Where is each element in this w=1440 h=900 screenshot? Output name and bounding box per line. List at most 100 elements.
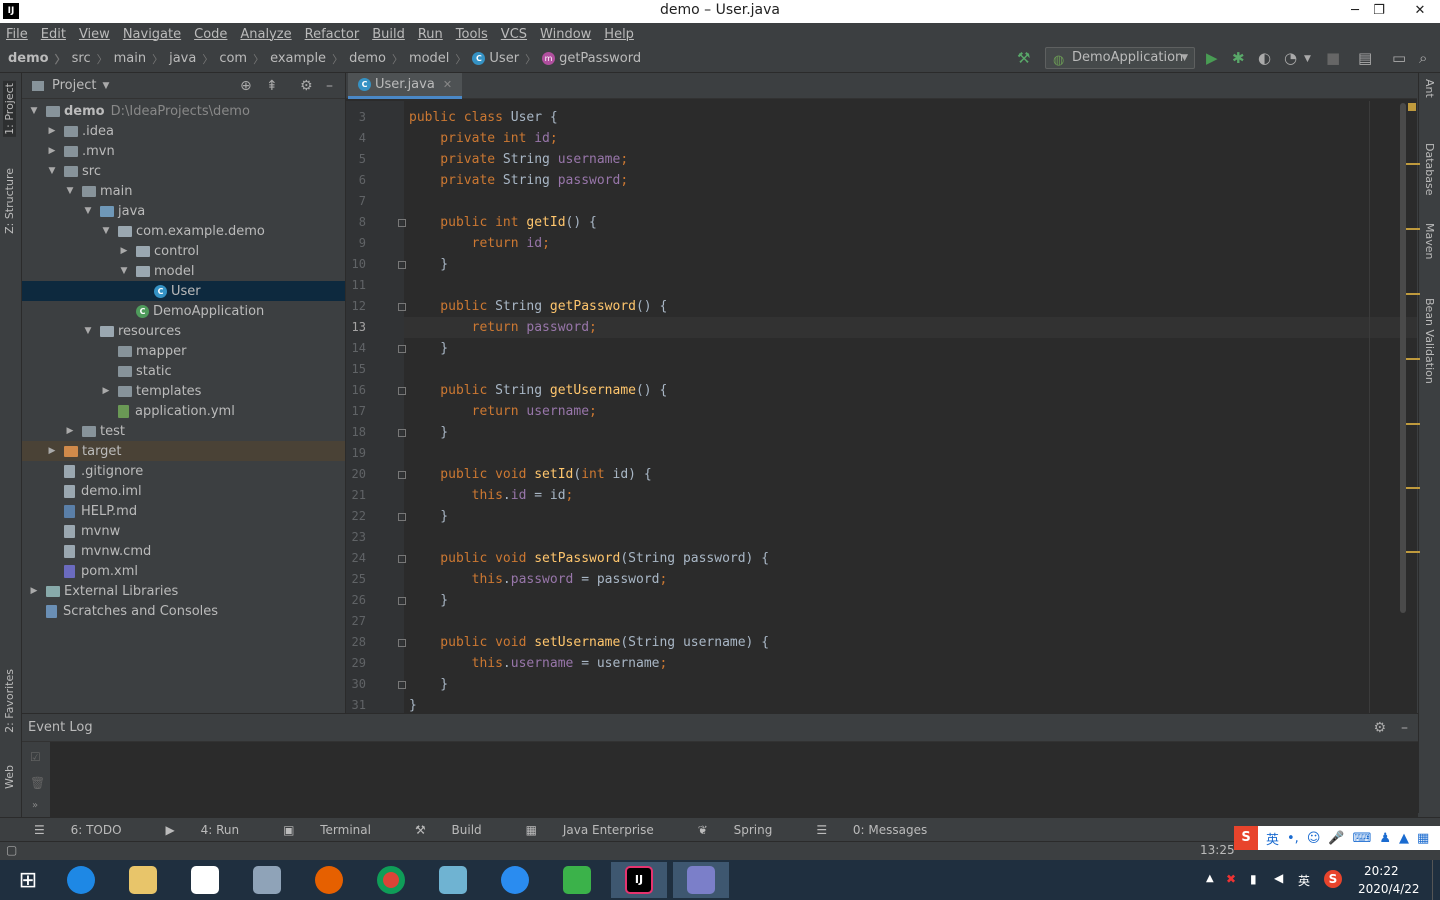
tree-node-mvnw[interactable]: mvnw — [22, 521, 345, 541]
terminal-tab[interactable]: ▣ Terminal — [283, 823, 393, 837]
tree-node-com-example-demo[interactable]: ▼ com.example.demo — [22, 221, 345, 241]
chevron-down-icon[interactable]: ▼ — [102, 81, 109, 91]
project-structure-icon[interactable]: ▤ — [1358, 49, 1372, 67]
tray-ime-language[interactable]: 英 — [1298, 872, 1310, 889]
code-line[interactable]: } — [409, 590, 448, 611]
line-number[interactable]: 17 — [346, 404, 366, 418]
structure-tool-button[interactable]: Z: Structure — [3, 168, 16, 234]
clock-time[interactable]: 20:22 — [1364, 864, 1399, 878]
taskbar-app-mysql[interactable] — [673, 862, 729, 898]
sogou-tray-icon[interactable]: S — [1324, 870, 1342, 888]
fold-marker-icon[interactable] — [398, 261, 406, 269]
code-line[interactable]: private int id; — [409, 128, 557, 149]
expand-down-icon[interactable]: ▼ — [46, 166, 58, 176]
debug-icon[interactable]: ✱ — [1232, 49, 1245, 67]
line-number[interactable]: 4 — [346, 131, 366, 145]
line-number[interactable]: 26 — [346, 593, 366, 607]
breadcrumb-main[interactable]: main 〉 — [114, 51, 169, 67]
run-configuration-select[interactable]: ◍ DemoApplication ▼ — [1045, 47, 1195, 69]
hide-panel-icon[interactable]: – — [1401, 720, 1408, 736]
code-area[interactable]: public class User { private int id; priv… — [409, 101, 1409, 713]
fold-marker-icon[interactable] — [398, 219, 406, 227]
menu-build[interactable]: Build — [372, 27, 405, 42]
tree-node-mapper[interactable]: mapper — [22, 341, 345, 361]
start-button[interactable]: ⊞ — [0, 862, 56, 898]
tree-node-target[interactable]: ▶ target — [22, 441, 345, 461]
expand-down-icon[interactable]: ▼ — [28, 106, 40, 116]
fold-marker-icon[interactable] — [398, 639, 406, 647]
line-number[interactable]: 31 — [346, 698, 366, 712]
line-number[interactable]: 3 — [346, 110, 366, 124]
line-number[interactable]: 16 — [346, 383, 366, 397]
line-number[interactable]: 22 — [346, 509, 366, 523]
ime-language[interactable]: 英 — [1266, 829, 1279, 848]
tray-overflow-icon[interactable]: ▲ — [1206, 873, 1214, 884]
taskbar-app-firefox[interactable] — [301, 862, 357, 898]
code-line[interactable]: } — [409, 338, 448, 359]
tree-node-java[interactable]: ▼ java — [22, 201, 345, 221]
fold-marker-icon[interactable] — [398, 555, 406, 563]
clock-date[interactable]: 2020/4/22 — [1358, 882, 1420, 896]
collapsed-arrow-icon[interactable]: ▶ — [100, 386, 112, 396]
mark-read-icon[interactable]: ☑ — [30, 750, 41, 764]
fold-marker-icon[interactable] — [398, 513, 406, 521]
toolbox-icon[interactable]: ▦ — [1417, 831, 1429, 846]
expand-down-icon[interactable]: ▼ — [100, 226, 112, 236]
breadcrumb-demo[interactable]: demo 〉 — [8, 51, 72, 67]
close-tab-icon[interactable]: ✕ — [443, 78, 452, 91]
tree-node-main[interactable]: ▼ main — [22, 181, 345, 201]
wifi-signal-icon[interactable]: ▮ — [1250, 872, 1257, 886]
java-enterprise-tab[interactable]: ▦ Java Enterprise — [526, 823, 676, 837]
breadcrumb-user[interactable]: C User 〉 — [472, 51, 542, 67]
line-number[interactable]: 27 — [346, 614, 366, 628]
menu-navigate[interactable]: Navigate — [123, 27, 181, 42]
todo-tab[interactable]: ☰ 6: TODO — [34, 823, 144, 837]
taskbar-app-notepad[interactable] — [425, 862, 481, 898]
project-tool-button[interactable]: 1: Project — [3, 81, 16, 137]
code-line[interactable]: public void setId(int id) { — [409, 464, 651, 485]
emoji-icon[interactable]: ☺ — [1307, 831, 1321, 846]
taskbar-app-wechat[interactable] — [549, 862, 605, 898]
tree-node-demoapplication[interactable]: C DemoApplication — [22, 301, 345, 321]
collapsed-arrow-icon[interactable]: ▶ — [28, 586, 40, 596]
line-number[interactable]: 5 — [346, 152, 366, 166]
line-number[interactable]: 11 — [346, 278, 366, 292]
menu-analyze[interactable]: Analyze — [240, 27, 291, 42]
tree-node-static[interactable]: static — [22, 361, 345, 381]
line-number[interactable]: 18 — [346, 425, 366, 439]
more-run-chevron-icon[interactable]: ▼ — [1304, 54, 1311, 64]
line-number[interactable]: 14 — [346, 341, 366, 355]
tree-node-gitignore[interactable]: .gitignore — [22, 461, 345, 481]
code-line[interactable]: public void setUsername(String username)… — [409, 632, 769, 653]
line-number[interactable]: 25 — [346, 572, 366, 586]
volume-icon[interactable]: ◀ — [1274, 871, 1283, 885]
code-line[interactable]: this.password = password; — [409, 569, 668, 590]
user-icon[interactable]: ♟ — [1379, 831, 1391, 846]
tree-node-application-yml[interactable]: application.yml — [22, 401, 345, 421]
expand-down-icon[interactable]: ▼ — [118, 266, 130, 276]
line-number[interactable]: 19 — [346, 446, 366, 460]
menu-edit[interactable]: Edit — [41, 27, 66, 42]
code-line[interactable]: public String getUsername() { — [409, 380, 667, 401]
tree-node-control[interactable]: ▶ control — [22, 241, 345, 261]
menu-help[interactable]: Help — [604, 27, 634, 42]
breadcrumb-example[interactable]: example 〉 — [270, 51, 349, 67]
profile-icon[interactable]: ◔ — [1284, 49, 1297, 67]
breadcrumb-model[interactable]: model 〉 — [409, 51, 472, 67]
network-warning-icon[interactable]: ✖ — [1226, 872, 1236, 886]
breadcrumb-demo-package[interactable]: demo 〉 — [349, 51, 409, 67]
taskbar-app-intellij[interactable]: IJ — [611, 862, 667, 898]
presentation-icon[interactable]: ▭ — [1392, 49, 1406, 67]
menu-view[interactable]: View — [79, 27, 110, 42]
build-hammer-icon[interactable]: ⚒ — [1017, 49, 1030, 67]
fold-marker-icon[interactable] — [398, 597, 406, 605]
tree-node-mvn[interactable]: ▶ .mvn — [22, 141, 345, 161]
tree-node-resources[interactable]: ▼ resources — [22, 321, 345, 341]
expand-down-icon[interactable]: ▼ — [82, 206, 94, 216]
code-line[interactable]: private String password; — [409, 170, 628, 191]
web-tool-button[interactable]: Web — [3, 765, 16, 789]
event-log-content[interactable] — [50, 742, 1418, 817]
code-line[interactable]: } — [409, 254, 448, 275]
tree-node-model[interactable]: ▼ model — [22, 261, 345, 281]
tree-node-user[interactable]: C User — [22, 281, 345, 301]
